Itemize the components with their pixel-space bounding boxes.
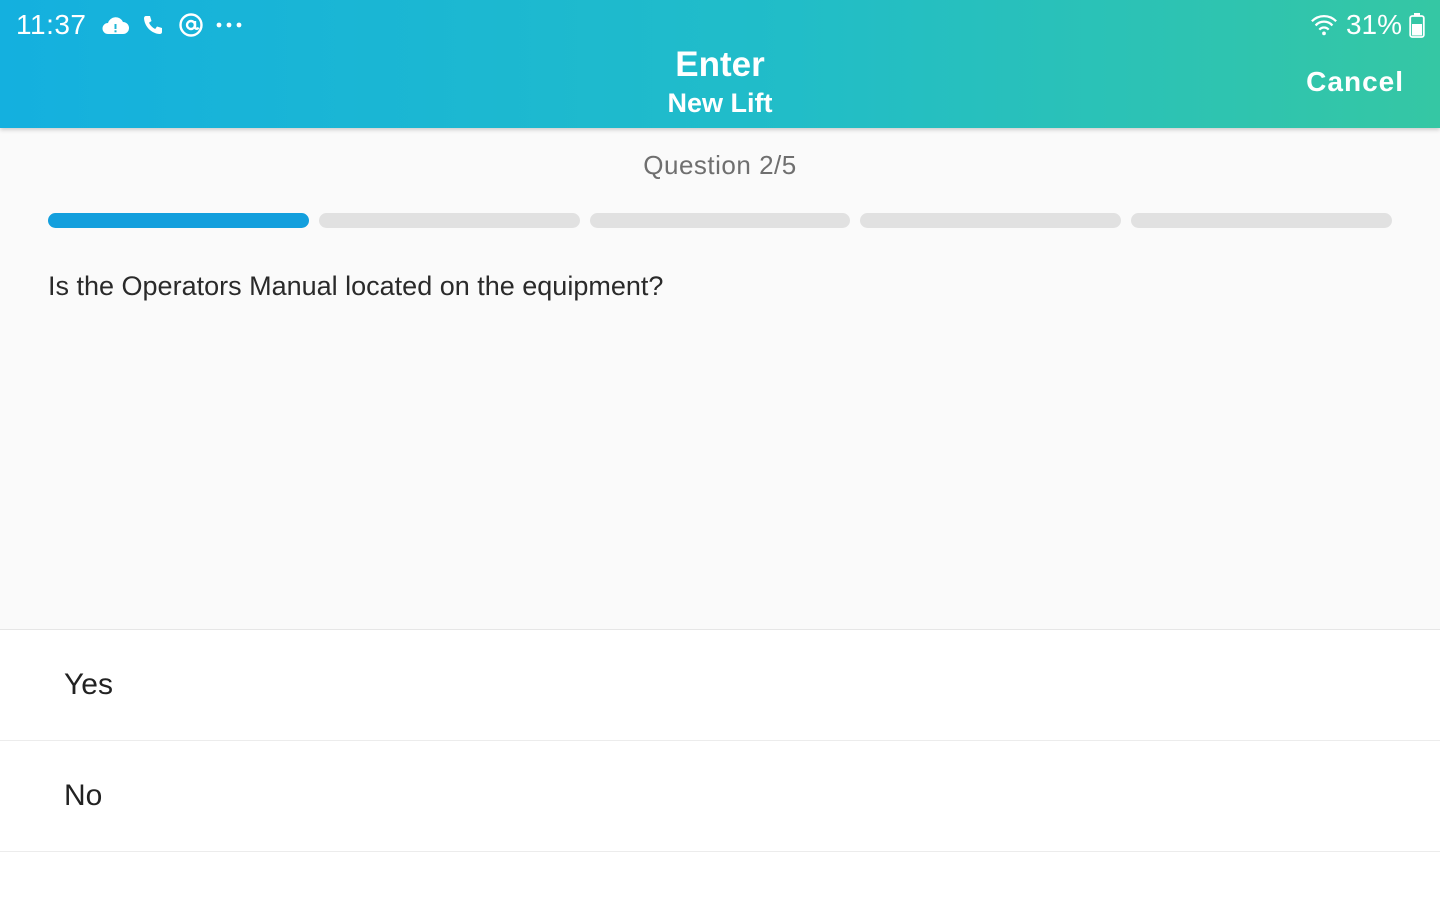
at-sign-icon [177,11,205,39]
cloud-alert-icon [101,11,129,39]
progress-segment [1131,213,1392,228]
status-bar-right: 31% [1310,8,1426,42]
header-title-block: Enter New Lift [520,44,920,120]
cancel-button[interactable]: Cancel [1306,62,1404,102]
status-time: 11:37 [16,9,87,40]
question-progress-bar [48,213,1392,229]
question-counter: Question 2/5 [643,150,797,180]
page-subtitle: New Lift [667,88,773,118]
answer-list: Yes No [0,629,1440,901]
answer-option-no[interactable]: No [0,741,1440,852]
more-dots-icon [215,11,243,39]
progress-segment [318,213,580,228]
progress-segment [589,213,851,228]
question-text: Is the Operators Manual located on the e… [48,271,664,301]
page-title: Enter [675,45,765,84]
progress-segment [48,213,309,228]
battery-percent: 31% [1345,9,1402,40]
app-header: 11:37 31% Enter New Lift Cancel [0,0,1440,128]
battery-icon [1408,11,1426,39]
wifi-icon [1310,11,1338,39]
answer-option-yes[interactable]: Yes [0,630,1440,741]
progress-segment [860,213,1122,228]
status-bar-left: 11:37 [16,8,253,42]
phone-icon [139,11,167,39]
